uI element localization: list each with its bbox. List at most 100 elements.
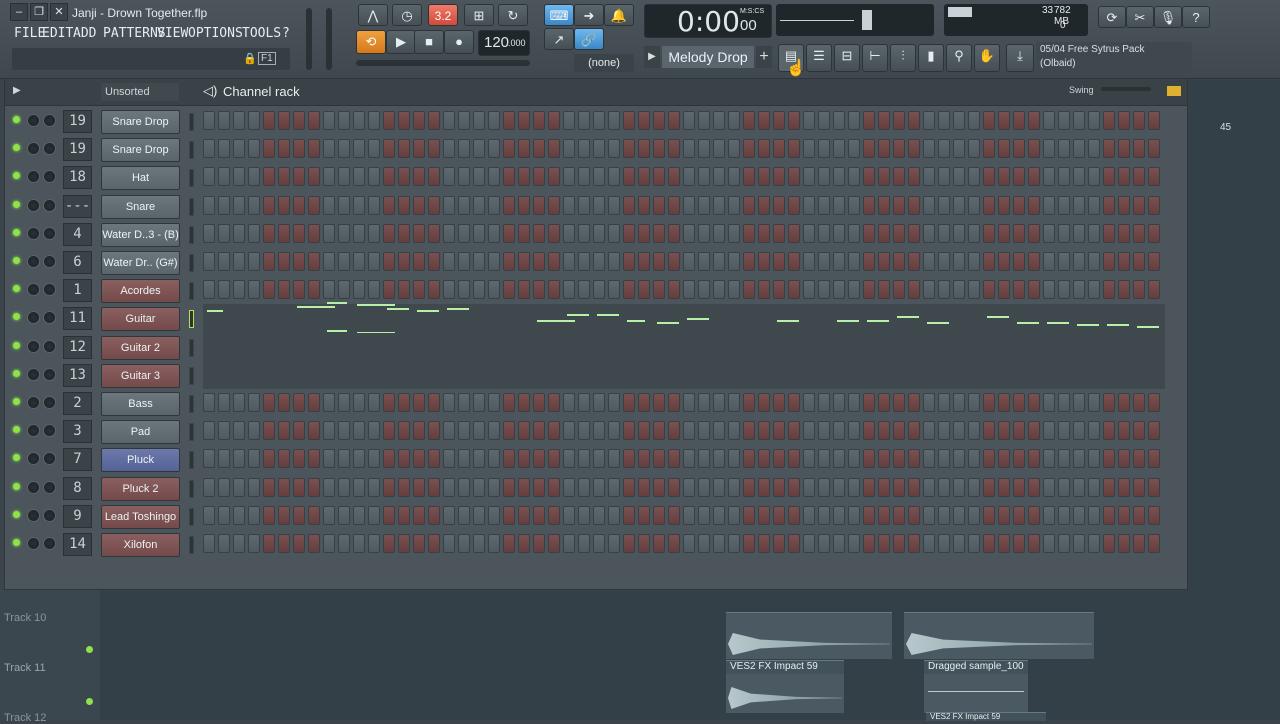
step-button[interactable]	[758, 139, 770, 159]
step-button[interactable]	[488, 252, 500, 271]
menu-add[interactable]: ADD	[73, 26, 96, 41]
step-button[interactable]	[533, 421, 545, 441]
step-button[interactable]	[548, 167, 560, 187]
step-button[interactable]	[1073, 534, 1085, 553]
step-button[interactable]	[818, 252, 830, 271]
step-button[interactable]	[1073, 449, 1085, 469]
step-button[interactable]	[998, 252, 1010, 271]
step-button[interactable]	[938, 505, 950, 525]
step-button[interactable]	[563, 280, 575, 300]
channel-pan-knob[interactable]	[43, 537, 56, 550]
step-button[interactable]	[893, 139, 905, 159]
step-button[interactable]	[953, 111, 965, 130]
step-button[interactable]	[893, 421, 905, 441]
step-button[interactable]	[608, 252, 620, 271]
loop-record-button[interactable]: ↻	[498, 4, 528, 26]
mixer-track-number[interactable]: 4	[63, 222, 92, 246]
step-button[interactable]	[623, 280, 635, 300]
step-button[interactable]	[593, 505, 605, 525]
step-button[interactable]	[608, 111, 620, 130]
step-button[interactable]	[698, 534, 710, 553]
step-button[interactable]	[818, 195, 830, 215]
step-button[interactable]	[503, 252, 515, 271]
step-button[interactable]	[998, 477, 1010, 497]
mixer-track-number[interactable]: 7	[63, 448, 92, 472]
step-button[interactable]	[338, 534, 350, 553]
step-button[interactable]	[698, 449, 710, 469]
step-button[interactable]	[983, 280, 995, 300]
step-button[interactable]	[743, 505, 755, 525]
reset-icon[interactable]: ⟳	[1098, 6, 1126, 28]
step-button[interactable]	[473, 252, 485, 271]
channel-mute-led[interactable]	[13, 200, 20, 208]
channel-volume-knob[interactable]	[27, 452, 40, 466]
step-button[interactable]	[263, 421, 275, 441]
channel-name-button[interactable]: Guitar 2	[101, 335, 180, 360]
step-button[interactable]	[863, 477, 875, 497]
step-button[interactable]	[728, 139, 740, 159]
step-button[interactable]	[428, 505, 440, 525]
pattern-picker[interactable]: ▶ Melody Drop +	[644, 44, 774, 70]
mixer-track-number[interactable]: ---	[63, 194, 92, 218]
step-button[interactable]	[788, 167, 800, 187]
step-button[interactable]	[1103, 534, 1115, 553]
step-button[interactable]	[233, 167, 245, 187]
step-button[interactable]	[608, 393, 620, 412]
step-button[interactable]	[1028, 280, 1040, 300]
step-button[interactable]	[443, 111, 455, 130]
step-button[interactable]	[998, 505, 1010, 525]
step-button[interactable]	[503, 393, 515, 412]
step-button[interactable]	[548, 505, 560, 525]
pattern-name[interactable]: Melody Drop	[662, 46, 754, 68]
step-button[interactable]	[473, 505, 485, 525]
step-button[interactable]	[983, 393, 995, 412]
step-button[interactable]	[713, 111, 725, 130]
step-button[interactable]	[488, 139, 500, 159]
step-button[interactable]	[758, 195, 770, 215]
step-button[interactable]	[653, 252, 665, 271]
step-button[interactable]	[983, 167, 995, 187]
step-button[interactable]	[263, 280, 275, 300]
step-button[interactable]	[653, 167, 665, 187]
step-button[interactable]	[503, 421, 515, 441]
step-button[interactable]	[323, 505, 335, 525]
step-button[interactable]	[908, 252, 920, 271]
step-button[interactable]	[218, 167, 230, 187]
step-button[interactable]	[758, 477, 770, 497]
step-button[interactable]	[503, 449, 515, 469]
step-button[interactable]	[413, 252, 425, 271]
step-button[interactable]	[833, 505, 845, 525]
step-button[interactable]	[1013, 111, 1025, 130]
step-button[interactable]	[368, 252, 380, 271]
step-button[interactable]	[758, 449, 770, 469]
metronome-button[interactable]: ⋀	[358, 4, 388, 26]
step-button[interactable]	[293, 167, 305, 187]
step-button[interactable]	[1028, 195, 1040, 215]
step-button[interactable]	[713, 280, 725, 300]
step-button[interactable]	[563, 393, 575, 412]
step-button[interactable]	[308, 195, 320, 215]
step-button[interactable]	[323, 449, 335, 469]
step-button[interactable]	[533, 393, 545, 412]
step-button[interactable]	[863, 449, 875, 469]
step-button[interactable]	[1148, 280, 1160, 300]
step-button[interactable]	[413, 139, 425, 159]
step-button[interactable]	[1073, 167, 1085, 187]
step-button[interactable]	[278, 421, 290, 441]
step-button[interactable]	[1088, 505, 1100, 525]
step-button[interactable]	[788, 477, 800, 497]
step-button[interactable]	[623, 252, 635, 271]
step-button[interactable]	[233, 534, 245, 553]
step-button[interactable]	[788, 280, 800, 300]
step-button[interactable]	[323, 393, 335, 412]
step-button[interactable]	[533, 167, 545, 187]
step-button[interactable]	[278, 449, 290, 469]
group-filter-select[interactable]: Unsorted	[101, 83, 179, 101]
step-button[interactable]	[323, 252, 335, 271]
step-button[interactable]	[278, 534, 290, 553]
step-button[interactable]	[368, 223, 380, 243]
step-button[interactable]	[503, 111, 515, 130]
step-button[interactable]	[968, 252, 980, 271]
step-button[interactable]	[803, 111, 815, 130]
mixer-track-number[interactable]: 2	[63, 392, 92, 415]
